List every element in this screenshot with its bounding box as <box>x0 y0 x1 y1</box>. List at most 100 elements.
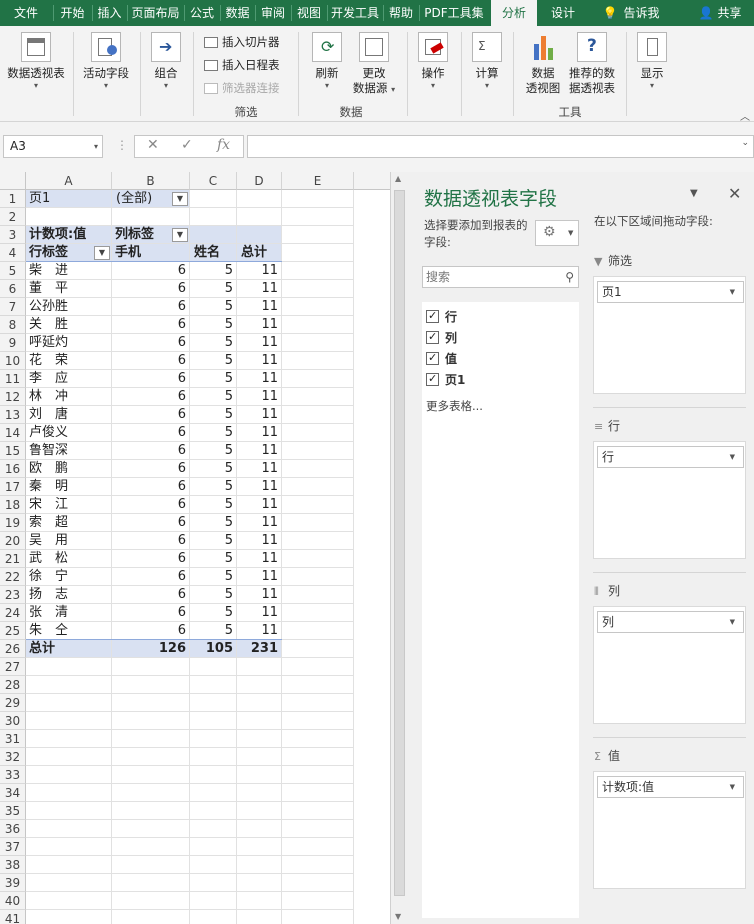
pivot-value[interactable]: 5 <box>190 262 237 280</box>
pivot-grand-total-value[interactable]: 126 <box>112 640 190 658</box>
empty-cell[interactable] <box>237 694 282 712</box>
row-header[interactable]: 12 <box>0 388 26 406</box>
area-field-item[interactable]: 行 ▼ <box>597 446 744 468</box>
cancel-formula-button[interactable]: ✕ <box>147 137 159 153</box>
row-header[interactable]: 28 <box>0 676 26 694</box>
pivot-value[interactable]: 5 <box>190 586 237 604</box>
pivot-value[interactable]: 11 <box>237 586 282 604</box>
area-drop-zone[interactable]: 计数项:值 ▼ <box>593 771 746 889</box>
row-header[interactable]: 11 <box>0 370 26 388</box>
row-header[interactable]: 3 <box>0 226 26 244</box>
field-item[interactable]: 行 <box>426 307 457 326</box>
chevron-down-icon[interactable]: ▾ <box>94 136 98 157</box>
row-header[interactable]: 34 <box>0 784 26 802</box>
checkbox-checked[interactable] <box>426 370 439 388</box>
empty-cell[interactable] <box>112 874 190 892</box>
field-item[interactable]: 列 <box>426 328 457 347</box>
empty-cell[interactable] <box>282 244 354 262</box>
pivot-row-name[interactable]: 卢俊义 <box>26 424 112 442</box>
row-header[interactable]: 16 <box>0 460 26 478</box>
pivot-value[interactable]: 5 <box>190 478 237 496</box>
pivot-value[interactable]: 5 <box>190 550 237 568</box>
chevron-down-icon[interactable]: ▼ <box>730 777 735 797</box>
empty-cell[interactable] <box>112 838 190 856</box>
row-header[interactable]: 13 <box>0 406 26 424</box>
pivot-value[interactable]: 11 <box>237 352 282 370</box>
pivot-value[interactable]: 5 <box>190 352 237 370</box>
empty-cell[interactable] <box>112 208 190 226</box>
empty-cell[interactable] <box>282 694 354 712</box>
pivot-value[interactable]: 5 <box>190 298 237 316</box>
pivot-value[interactable]: 5 <box>190 622 237 640</box>
empty-cell[interactable] <box>190 730 237 748</box>
scroll-up-icon[interactable]: ▲ <box>395 174 401 183</box>
collapse-ribbon-icon[interactable]: ︿ <box>740 108 750 123</box>
empty-cell[interactable] <box>282 406 354 424</box>
empty-cell[interactable] <box>237 658 282 676</box>
insert-function-button[interactable]: fx <box>217 137 230 153</box>
area-drop-zone[interactable]: 行 ▼ <box>593 441 746 559</box>
empty-cell[interactable] <box>26 208 112 226</box>
insert-timeline-button[interactable]: 插入日程表 <box>204 55 280 75</box>
area-field-item[interactable]: 列 ▼ <box>597 611 744 633</box>
empty-cell[interactable] <box>112 820 190 838</box>
pivot-value[interactable]: 6 <box>112 478 190 496</box>
pivot-value[interactable]: 6 <box>112 280 190 298</box>
empty-cell[interactable] <box>26 730 112 748</box>
row-header[interactable]: 23 <box>0 586 26 604</box>
group-button[interactable]: ➔ 组合 ▾ <box>146 32 186 91</box>
row-header[interactable]: 29 <box>0 694 26 712</box>
field-search-input[interactable]: 搜索 ⚲ <box>422 266 579 288</box>
empty-cell[interactable] <box>26 676 112 694</box>
empty-cell[interactable] <box>112 802 190 820</box>
pivot-value[interactable]: 11 <box>237 298 282 316</box>
empty-cell[interactable] <box>26 658 112 676</box>
empty-cell[interactable] <box>26 838 112 856</box>
change-source-button[interactable]: 更改 数据源 ▾ <box>350 32 398 96</box>
pivot-count-label[interactable]: 计数项:值 <box>26 226 112 244</box>
name-box[interactable]: A3 ▾ <box>3 135 103 158</box>
column-header-E[interactable]: E <box>282 172 354 190</box>
pivot-column-header[interactable]: 总计 <box>237 244 282 262</box>
pivot-row-name[interactable]: 扬 志 <box>26 586 112 604</box>
row-header[interactable]: 24 <box>0 604 26 622</box>
empty-cell[interactable] <box>190 910 237 924</box>
empty-cell[interactable] <box>190 694 237 712</box>
pivot-value[interactable]: 11 <box>237 370 282 388</box>
column-header-C[interactable]: C <box>190 172 237 190</box>
row-header[interactable]: 38 <box>0 856 26 874</box>
empty-cell[interactable] <box>112 712 190 730</box>
empty-cell[interactable] <box>282 550 354 568</box>
tab-6[interactable]: 数据 <box>221 0 254 26</box>
pivotchart-button[interactable]: 数据 透视图 <box>521 32 565 96</box>
row-header[interactable]: 2 <box>0 208 26 226</box>
empty-cell[interactable] <box>282 676 354 694</box>
pivot-value[interactable]: 6 <box>112 496 190 514</box>
empty-cell[interactable] <box>237 208 282 226</box>
column-header-A[interactable]: A <box>26 172 112 190</box>
empty-cell[interactable] <box>112 748 190 766</box>
empty-cell[interactable] <box>282 586 354 604</box>
empty-cell[interactable] <box>282 442 354 460</box>
empty-cell[interactable] <box>26 712 112 730</box>
area-field-item[interactable]: 计数项:值 ▼ <box>597 776 744 798</box>
tab-9[interactable]: 开发工具 <box>328 0 382 26</box>
scroll-thumb[interactable] <box>394 190 405 896</box>
empty-cell[interactable] <box>282 640 354 658</box>
empty-cell[interactable] <box>26 784 112 802</box>
pivot-value[interactable]: 11 <box>237 478 282 496</box>
empty-cell[interactable] <box>190 802 237 820</box>
pivot-value[interactable]: 6 <box>112 568 190 586</box>
empty-cell[interactable] <box>282 712 354 730</box>
empty-cell[interactable] <box>26 802 112 820</box>
pivot-value[interactable]: 6 <box>112 298 190 316</box>
pivot-row-name[interactable]: 李 应 <box>26 370 112 388</box>
chevron-down-icon[interactable]: ▼ <box>730 447 735 467</box>
pivot-value[interactable]: 5 <box>190 568 237 586</box>
pivot-value[interactable]: 11 <box>237 406 282 424</box>
pivot-value[interactable]: 6 <box>112 352 190 370</box>
row-header[interactable]: 9 <box>0 334 26 352</box>
empty-cell[interactable] <box>237 676 282 694</box>
row-header[interactable]: 19 <box>0 514 26 532</box>
tab-1[interactable]: 文件 <box>0 0 52 26</box>
